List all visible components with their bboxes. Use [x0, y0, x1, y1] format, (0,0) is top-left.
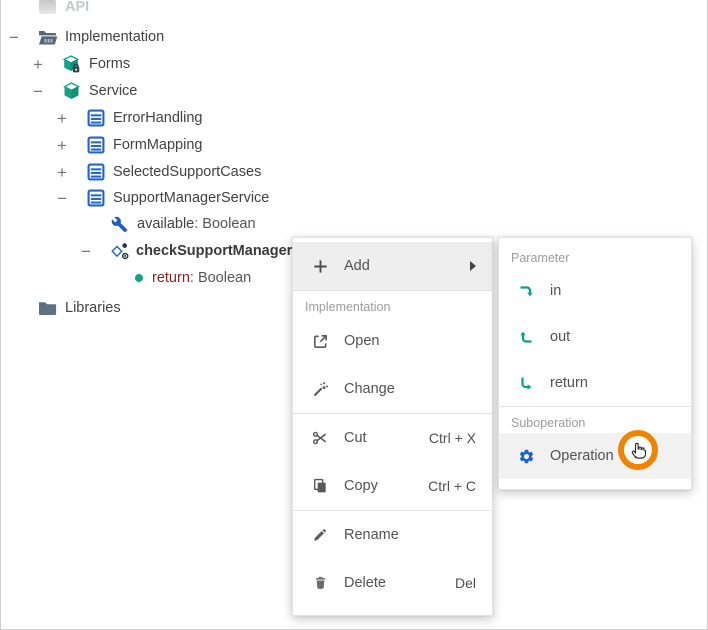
gear-icon: [515, 448, 537, 465]
collapse-toggle[interactable]: −: [33, 83, 61, 100]
tree-item-selectedsupportcases[interactable]: + SelectedSupportCases: [57, 159, 261, 185]
tree-item-service[interactable]: − Service: [33, 78, 137, 104]
arrow-return-icon: [515, 375, 537, 391]
pencil-icon: [309, 527, 331, 543]
open-folder-icon: [37, 27, 58, 47]
submenu-section-label: Parameter: [511, 251, 570, 265]
mapping-table-icon: [85, 188, 106, 208]
tree-item-label: Service: [89, 83, 138, 99]
folder-icon: [37, 298, 58, 318]
menu-item-label: Copy: [344, 478, 378, 494]
tree-item-return[interactable]: return: Boolean: [107, 265, 251, 291]
menu-item-shortcut: Ctrl + X: [428, 430, 476, 446]
tree-item-label: checkSupportManager: [136, 243, 293, 259]
tree-item-label: API: [65, 0, 90, 15]
menu-item-cut[interactable]: Cut Ctrl + X: [293, 414, 492, 462]
trash-icon: [309, 575, 331, 591]
copy-icon: [309, 478, 331, 494]
open-icon: [309, 333, 331, 350]
menu-item-label: return: [550, 375, 588, 391]
api-icon: [37, 0, 58, 17]
tree-item-errorhandling[interactable]: + ErrorHandling: [57, 105, 202, 131]
add-submenu: Parameter in out return Suboperation Ope…: [498, 237, 692, 490]
menu-item-label: Delete: [344, 575, 386, 591]
menu-section-label: Implementation: [305, 300, 391, 314]
hand-cursor-icon: [627, 440, 650, 461]
mapping-table-icon: [85, 162, 106, 182]
mapping-table-icon: [85, 135, 106, 155]
submenu-item-return[interactable]: return: [499, 360, 691, 406]
tree-item-label: ErrorHandling: [113, 110, 203, 126]
menu-item-label: Operation: [550, 448, 614, 464]
collapse-toggle[interactable]: −: [81, 243, 109, 260]
wrench-icon: [109, 214, 130, 234]
menu-item-label: Add: [344, 258, 370, 274]
context-menu: Add Implementation Open Change Cut Ctrl …: [292, 237, 493, 616]
menu-item-copy[interactable]: Copy Ctrl + C: [293, 462, 492, 510]
tree-item-formmapping[interactable]: + FormMapping: [57, 132, 202, 158]
submenu-arrow-icon: [470, 261, 476, 271]
operation-diamond-icon: [109, 241, 130, 261]
click-indicator: [618, 430, 658, 470]
forms-cube-lock-icon: [61, 54, 82, 74]
tree-item-available[interactable]: available: Boolean: [81, 211, 256, 237]
submenu-item-operation[interactable]: Operation: [499, 433, 691, 479]
tree-item-api[interactable]: API: [37, 0, 89, 20]
submenu-item-out[interactable]: out: [499, 314, 691, 360]
menu-item-add[interactable]: Add: [293, 242, 492, 290]
tree-item-implementation[interactable]: − Implementation: [9, 24, 164, 50]
tree-item-label: Libraries: [65, 300, 121, 316]
tree-item-label: SupportManagerService: [113, 190, 270, 206]
tree-item-label: available: [137, 216, 195, 232]
tree-item-supportmanagerservice[interactable]: − SupportManagerService: [57, 185, 269, 211]
menu-item-delete[interactable]: Delete Del: [293, 559, 492, 607]
collapse-toggle[interactable]: −: [9, 29, 37, 46]
arrow-out-icon: [515, 329, 537, 345]
submenu-item-in[interactable]: in: [499, 268, 691, 314]
type-suffix: : Boolean: [194, 216, 256, 232]
submenu-section-label: Suboperation: [511, 416, 586, 430]
menu-item-shortcut: Ctrl + C: [428, 478, 476, 494]
tree-item-label: return: [152, 270, 190, 286]
tree-item-label: FormMapping: [113, 137, 203, 153]
expand-toggle[interactable]: +: [57, 110, 85, 127]
collapse-toggle[interactable]: −: [57, 190, 85, 207]
mapping-table-icon: [85, 108, 106, 128]
expand-toggle[interactable]: +: [57, 137, 85, 154]
expand-toggle[interactable]: +: [57, 164, 85, 181]
tree-item-checksupportmanager[interactable]: − checkSupportManager: [81, 238, 292, 264]
tree-item-label: Implementation: [65, 29, 165, 45]
expand-toggle[interactable]: +: [33, 56, 61, 73]
menu-item-open[interactable]: Open: [293, 317, 492, 365]
menu-item-shortcut: Del: [454, 575, 476, 591]
tree-item-libraries[interactable]: Libraries: [37, 295, 121, 321]
model-explorer: API − Implementation + Forms − Service +…: [0, 0, 708, 630]
add-icon: [309, 258, 331, 275]
scissors-icon: [309, 430, 331, 446]
menu-item-label: out: [550, 329, 571, 345]
menu-item-label: Open: [344, 333, 380, 349]
type-suffix: : Boolean: [189, 270, 252, 286]
menu-item-change[interactable]: Change: [293, 365, 492, 413]
menu-item-label: Change: [344, 381, 395, 397]
menu-item-label: in: [550, 283, 562, 299]
menu-item-label: Cut: [344, 430, 367, 446]
magic-wand-icon: [309, 381, 331, 398]
menu-item-label: Rename: [344, 527, 399, 543]
service-cube-icon: [61, 81, 82, 101]
arrow-in-icon: [515, 283, 537, 299]
tree-item-forms[interactable]: + Forms: [33, 51, 130, 77]
parameter-bullet-icon: [133, 268, 145, 288]
tree-item-label: Forms: [89, 56, 131, 72]
tree-item-label: SelectedSupportCases: [113, 164, 262, 180]
menu-item-rename[interactable]: Rename: [293, 511, 492, 559]
